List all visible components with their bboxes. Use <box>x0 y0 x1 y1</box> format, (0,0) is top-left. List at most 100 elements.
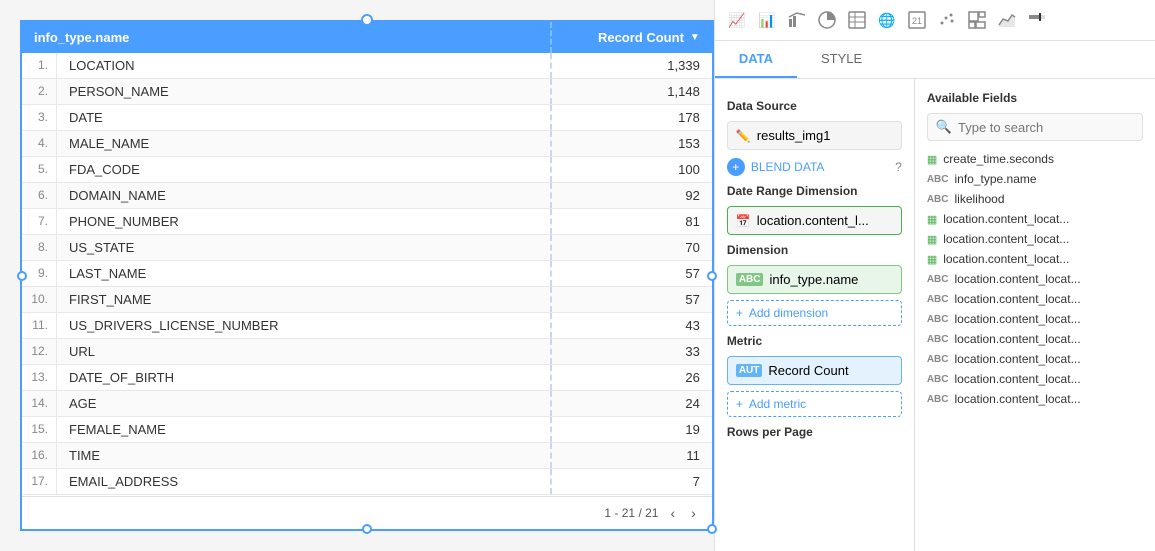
field-name: info_type.name <box>954 172 1036 186</box>
row-count: 178 <box>552 105 712 130</box>
table-row[interactable]: 3. DATE 178 <box>22 105 712 131</box>
combo-chart-icon[interactable] <box>785 8 809 32</box>
field-item[interactable]: ▦create_time.seconds <box>927 149 1143 169</box>
row-count: 92 <box>552 183 712 208</box>
row-number: 12. <box>22 339 57 364</box>
row-number: 2. <box>22 79 57 104</box>
search-box[interactable]: 🔍 <box>927 113 1143 141</box>
row-number: 16. <box>22 443 57 468</box>
abc-field-icon: ABC <box>927 294 949 305</box>
row-number: 1. <box>22 53 57 78</box>
field-name: location.content_locat... <box>954 332 1080 346</box>
tab-data[interactable]: DATA <box>715 41 797 78</box>
right-panel: 📈 📊 🌐 21 DATA STYLE <box>714 0 1155 551</box>
next-page-button[interactable]: › <box>687 503 700 523</box>
abc-field-icon: ABC <box>927 194 949 205</box>
pie-chart-icon[interactable] <box>815 8 839 32</box>
row-info-type: US_STATE <box>57 235 552 260</box>
table-row[interactable]: 7. PHONE_NUMBER 81 <box>22 209 712 235</box>
row-count: 100 <box>552 157 712 182</box>
table-row[interactable]: 13. DATE_OF_BIRTH 26 <box>22 365 712 391</box>
resize-handle-right[interactable] <box>707 271 717 281</box>
scorecard-icon[interactable]: 21 <box>905 8 929 32</box>
table-row[interactable]: 9. LAST_NAME 57 <box>22 261 712 287</box>
table-row[interactable]: 14. AGE 24 <box>22 391 712 417</box>
field-item[interactable]: ▦location.content_locat... <box>927 209 1143 229</box>
field-item[interactable]: ABClikelihood <box>927 189 1143 209</box>
blend-data-button[interactable]: + BLEND DATA ? <box>727 158 902 176</box>
abc-field-icon: ABC <box>927 314 949 325</box>
row-number: 6. <box>22 183 57 208</box>
col-record-count-header[interactable]: Record Count ▼ <box>552 22 712 53</box>
table-row[interactable]: 10. FIRST_NAME 57 <box>22 287 712 313</box>
table-row[interactable]: 1. LOCATION 1,339 <box>22 53 712 79</box>
row-info-type: DOMAIN_NAME <box>57 183 552 208</box>
table-row[interactable]: 12. URL 33 <box>22 339 712 365</box>
table-row[interactable]: 4. MALE_NAME 153 <box>22 131 712 157</box>
field-item[interactable]: ▦location.content_locat... <box>927 249 1143 269</box>
table-row[interactable]: 11. US_DRIVERS_LICENSE_NUMBER 43 <box>22 313 712 339</box>
dimension-value: info_type.name <box>769 272 858 287</box>
table-row[interactable]: 2. PERSON_NAME 1,148 <box>22 79 712 105</box>
field-item[interactable]: ABC info_type.name <box>927 169 1143 189</box>
abc-field-icon: ABC <box>927 394 949 405</box>
geo-chart-icon[interactable]: 🌐 <box>875 8 899 32</box>
treemap-icon[interactable] <box>965 8 989 32</box>
abc-field-icon: ABC <box>927 174 949 185</box>
date-range-row[interactable]: 📅 location.content_l... <box>727 206 902 235</box>
field-item[interactable]: ABClocation.content_locat... <box>927 329 1143 349</box>
table-row[interactable]: 16. TIME 11 <box>22 443 712 469</box>
field-item[interactable]: ABC location.content_locat... <box>927 289 1143 309</box>
table-header: info_type.name Record Count ▼ <box>22 22 712 53</box>
table-row[interactable]: 15. FEMALE_NAME 19 <box>22 417 712 443</box>
tab-style[interactable]: STYLE <box>797 41 886 78</box>
metric-value: Record Count <box>768 363 848 378</box>
abc-field-icon: ABC <box>927 274 949 285</box>
row-info-type: US_DRIVERS_LICENSE_NUMBER <box>57 313 552 338</box>
field-item[interactable]: ABClocation.content_locat... <box>927 349 1143 369</box>
row-number: 13. <box>22 365 57 390</box>
prev-page-button[interactable]: ‹ <box>666 503 679 523</box>
table-row[interactable]: 5. FDA_CODE 100 <box>22 157 712 183</box>
add-dimension-button[interactable]: + Add dimension <box>727 300 902 326</box>
help-icon: ? <box>895 160 902 174</box>
resize-handle-bottom-right[interactable] <box>707 524 717 534</box>
metric-chip[interactable]: AUT Record Count <box>727 356 902 385</box>
fields-list: ▦create_time.secondsABCinfo_type.nameABC… <box>927 149 1143 409</box>
field-item[interactable]: ▦location.content_locat... <box>927 229 1143 249</box>
resize-handle-bottom[interactable] <box>362 524 372 534</box>
chart-type-toolbar: 📈 📊 🌐 21 <box>715 0 1155 41</box>
search-input[interactable] <box>958 120 1134 135</box>
col-info-type-header[interactable]: info_type.name <box>22 22 552 53</box>
table-chart-icon[interactable] <box>845 8 869 32</box>
row-count: 19 <box>552 417 712 442</box>
line-chart-icon[interactable]: 📈 <box>725 8 749 32</box>
field-name: location.content_locat... <box>954 292 1080 306</box>
table-row[interactable]: 17. EMAIL_ADDRESS 7 <box>22 469 712 495</box>
bullet-chart-icon[interactable] <box>1025 8 1049 32</box>
bar-chart-icon[interactable]: 📊 <box>755 8 779 32</box>
add-metric-button[interactable]: + Add metric <box>727 391 902 417</box>
row-count: 7 <box>552 469 712 494</box>
calendar-icon: 📅 <box>736 214 751 228</box>
data-source-row[interactable]: ✏️ results_img1 <box>727 121 902 150</box>
row-info-type: FEMALE_NAME <box>57 417 552 442</box>
row-number: 11. <box>22 313 57 338</box>
area-chart-icon[interactable] <box>995 8 1019 32</box>
table-row[interactable]: 6. DOMAIN_NAME 92 <box>22 183 712 209</box>
field-item[interactable]: ABClocation.content_locat... <box>927 369 1143 389</box>
field-item[interactable]: ABClocation.content_locat... <box>927 269 1143 289</box>
table-body: 1. LOCATION 1,339 2. PERSON_NAME 1,148 3… <box>22 53 712 496</box>
table-row[interactable]: 8. US_STATE 70 <box>22 235 712 261</box>
dimension-chip[interactable]: ABC info_type.name <box>727 265 902 294</box>
add-metric-plus: + <box>736 397 743 411</box>
field-item[interactable]: ABClocation.content_locat... <box>927 389 1143 409</box>
metric-label: Metric <box>727 334 902 348</box>
field-name: location.content_locat... <box>943 232 1069 246</box>
resize-handle-left[interactable] <box>17 271 27 281</box>
row-count: 1,339 <box>552 53 712 78</box>
field-name: location.content_locat... <box>954 372 1080 386</box>
field-item[interactable]: ABClocation.content_locat... <box>927 309 1143 329</box>
scatter-chart-icon[interactable] <box>935 8 959 32</box>
pagination-text: 1 - 21 / 21 <box>604 506 658 520</box>
